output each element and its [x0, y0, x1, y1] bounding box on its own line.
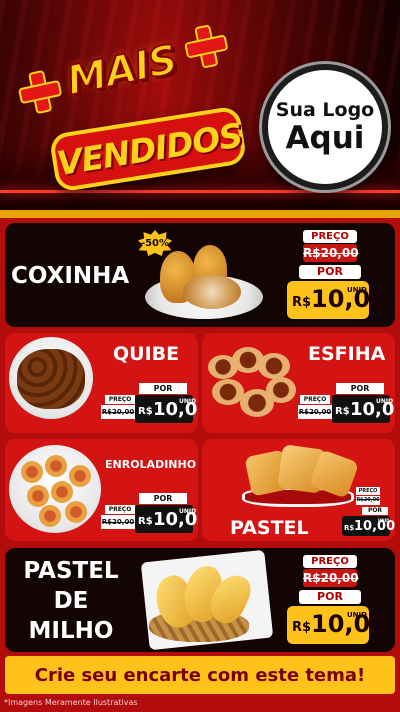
- header: MAIS VENDIDOS Sua Logo Aqui: [0, 0, 400, 215]
- logo-placeholder[interactable]: Sua Logo Aqui: [262, 64, 388, 190]
- enroladinho-image: [21, 461, 43, 483]
- card-coxinha[interactable]: COXINHA PREÇO R$20,00 POR R$ 10,00 UNID: [5, 223, 395, 327]
- card-enroladinho[interactable]: ENROLADINHO POR PREÇO R$20,00 R$ 10,00 U…: [5, 439, 198, 541]
- unit: UNID: [376, 398, 394, 405]
- esfiha-image: [258, 353, 290, 379]
- cta-banner[interactable]: Crie seu encarte com este tema!: [5, 656, 395, 694]
- neon-line: [0, 190, 400, 193]
- new-price: R$ 10,00 UNID: [135, 505, 198, 533]
- old-price: R$20,00: [101, 515, 135, 529]
- new-price: R$ 10,00 UNID: [287, 606, 387, 644]
- old-price: R$20,00: [303, 569, 359, 587]
- currency: R$: [292, 295, 312, 310]
- item-name: QUIBE: [113, 343, 180, 365]
- por-label: POR: [362, 507, 388, 515]
- plus-icon: [15, 68, 60, 113]
- preco-label: PREÇO: [105, 395, 135, 404]
- divider: [0, 210, 400, 218]
- preco-label: PREÇO: [300, 395, 330, 404]
- disclaimer: *Imagens Meramente Ilustrativas: [4, 698, 138, 707]
- plus-icon: [181, 22, 226, 67]
- item-name: ESFIHA: [308, 343, 386, 365]
- card-esfiha[interactable]: ESFIHA POR PREÇO R$20,00 R$ 10,00 UNID: [202, 333, 395, 433]
- card-pastel[interactable]: PASTEL PREÇO R$20,00 POR R$ 10,00 UNID: [202, 439, 395, 541]
- por-label: POR: [139, 493, 187, 504]
- unit: UNID: [179, 398, 197, 405]
- logo-line2: Aqui: [285, 120, 365, 156]
- card-pastel-milho[interactable]: PASTEL DE MILHO PREÇO R$20,00 POR R$ 10,…: [5, 548, 395, 652]
- old-price: R$20,00: [356, 496, 380, 505]
- enroladinho-image: [51, 481, 73, 503]
- old-price: R$20,00: [101, 405, 135, 419]
- new-price: R$ 10,00 UNID: [342, 516, 395, 536]
- enroladinho-image: [69, 465, 91, 487]
- old-price: R$20,00: [298, 405, 332, 419]
- new-price: R$ 10,00 UNID: [135, 395, 198, 423]
- currency: R$: [335, 406, 350, 417]
- currency: R$: [138, 516, 153, 527]
- flyer: MAIS VENDIDOS Sua Logo Aqui COXINHA PREÇ…: [0, 0, 400, 712]
- new-price: R$ 10,00 UNID: [332, 395, 395, 423]
- unit: UNID: [347, 611, 367, 619]
- item-name: COXINHA: [11, 263, 130, 289]
- currency: R$: [138, 406, 153, 417]
- por-label: POR: [139, 383, 187, 394]
- preco-label: PREÇO: [303, 230, 357, 243]
- por-label: POR: [336, 383, 384, 394]
- logo-line1: Sua Logo: [275, 99, 375, 121]
- preco-label: PREÇO: [303, 555, 357, 568]
- new-price: R$ 10,00 UNID: [287, 281, 387, 319]
- enroladinho-image: [39, 505, 61, 527]
- item-name-line3: MILHO: [28, 618, 114, 644]
- unit: UNID: [347, 286, 367, 294]
- item-name-line1: PASTEL: [23, 558, 119, 584]
- esfiha-image: [266, 377, 296, 403]
- currency: R$: [344, 524, 355, 532]
- preco-label: PREÇO: [356, 487, 380, 495]
- quibe-image: [17, 349, 85, 409]
- old-price: R$20,00: [303, 244, 359, 262]
- item-name: PASTEL: [230, 517, 309, 539]
- unit: UNID: [378, 518, 390, 523]
- enroladinho-image: [45, 455, 67, 477]
- item-name-line2: DE: [53, 588, 89, 614]
- card-quibe[interactable]: QUIBE POR PREÇO R$20,00 R$ 10,00 UNID: [5, 333, 198, 433]
- coxinha-cut-image: [183, 275, 241, 309]
- por-label: POR: [299, 265, 361, 279]
- currency: R$: [292, 620, 312, 635]
- unit: UNID: [179, 508, 197, 515]
- item-name: ENROLADINHO: [105, 458, 197, 471]
- por-label: POR: [299, 590, 361, 604]
- preco-label: PREÇO: [105, 505, 135, 514]
- enroladinho-image: [65, 501, 87, 523]
- enroladinho-image: [27, 485, 49, 507]
